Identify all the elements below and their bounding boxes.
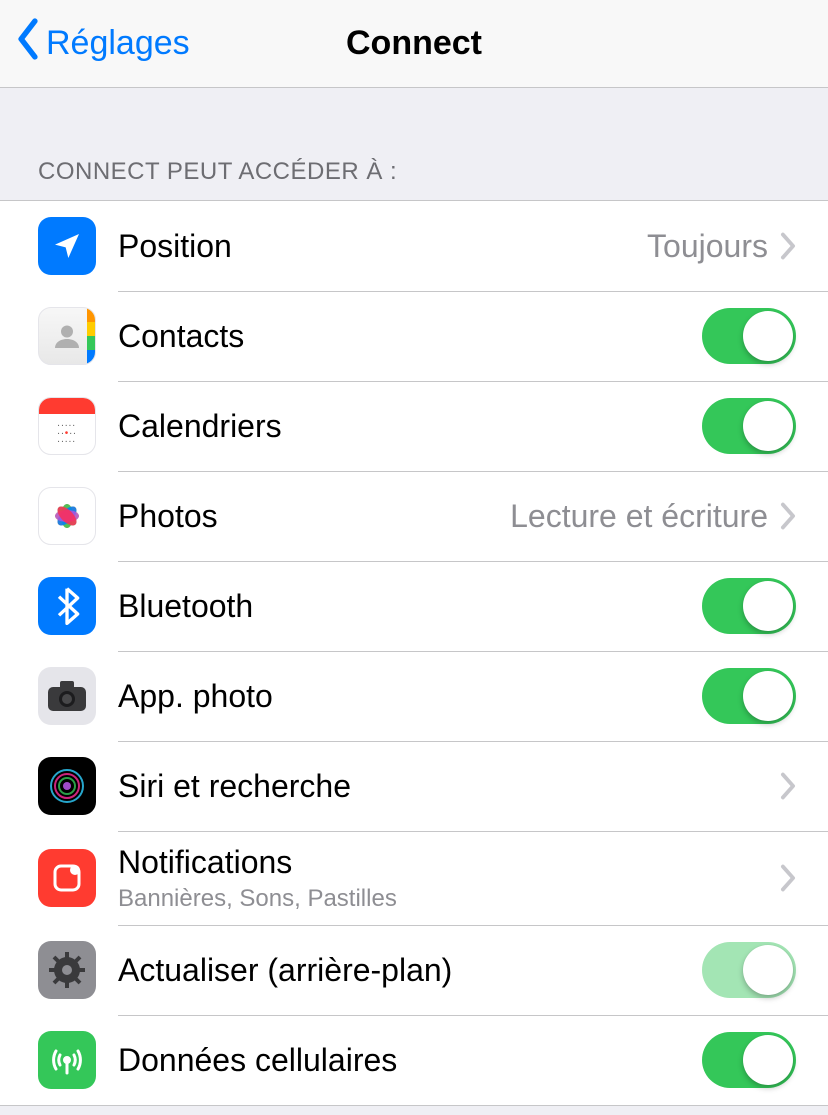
toggle-calendars[interactable] — [702, 398, 796, 454]
row-bluetooth: Bluetooth — [0, 561, 828, 651]
row-photos[interactable]: Photos Lecture et écriture — [0, 471, 828, 561]
photos-icon — [38, 487, 96, 545]
row-value: Toujours — [647, 228, 768, 265]
siri-icon — [38, 757, 96, 815]
section-header: Connect peut accéder à : — [0, 88, 828, 200]
row-notifications[interactable]: Notifications Bannières, Sons, Pastilles — [0, 831, 828, 925]
navbar: Réglages Connect — [0, 0, 828, 88]
row-label: Données cellulaires — [118, 1041, 702, 1079]
row-camera: App. photo — [0, 651, 828, 741]
toggle-contacts[interactable] — [702, 308, 796, 364]
bluetooth-icon — [38, 577, 96, 635]
row-label: Calendriers — [118, 407, 702, 445]
row-value: Lecture et écriture — [510, 498, 768, 535]
row-label: Actualiser (arrière-plan) — [118, 951, 702, 989]
toggle-camera[interactable] — [702, 668, 796, 724]
location-icon — [38, 217, 96, 275]
row-calendars: ∙∙∙∙∙∙∙•∙∙∙∙∙∙∙ Calendriers — [0, 381, 828, 471]
contacts-icon — [38, 307, 96, 365]
row-background-refresh: Actualiser (arrière-plan) — [0, 925, 828, 1015]
toggle-bluetooth[interactable] — [702, 578, 796, 634]
chevron-right-icon — [780, 502, 796, 530]
chevron-right-icon — [780, 772, 796, 800]
back-button[interactable]: Réglages — [0, 17, 190, 70]
row-label: Siri et recherche — [118, 767, 780, 805]
row-cellular: Données cellulaires — [0, 1015, 828, 1105]
row-label: Position — [118, 227, 647, 265]
toggle-background-refresh[interactable] — [702, 942, 796, 998]
permissions-group: Position Toujours Contacts ∙∙∙∙∙∙∙•∙∙∙∙∙… — [0, 200, 828, 1106]
notifications-icon — [38, 849, 96, 907]
chevron-right-icon — [780, 864, 796, 892]
row-contacts: Contacts — [0, 291, 828, 381]
chevron-right-icon — [780, 232, 796, 260]
row-label: App. photo — [118, 677, 702, 715]
row-label: Bluetooth — [118, 587, 702, 625]
back-label: Réglages — [46, 24, 190, 63]
chevron-left-icon — [14, 17, 42, 70]
camera-icon — [38, 667, 96, 725]
row-label: Contacts — [118, 317, 702, 355]
row-label: Photos — [118, 497, 510, 535]
row-siri[interactable]: Siri et recherche — [0, 741, 828, 831]
row-label: Notifications — [118, 843, 780, 881]
calendar-icon: ∙∙∙∙∙∙∙•∙∙∙∙∙∙∙ — [38, 397, 96, 455]
toggle-cellular[interactable] — [702, 1032, 796, 1088]
row-subtitle: Bannières, Sons, Pastilles — [118, 885, 780, 913]
cellular-icon — [38, 1031, 96, 1089]
gear-icon — [38, 941, 96, 999]
row-position[interactable]: Position Toujours — [0, 201, 828, 291]
